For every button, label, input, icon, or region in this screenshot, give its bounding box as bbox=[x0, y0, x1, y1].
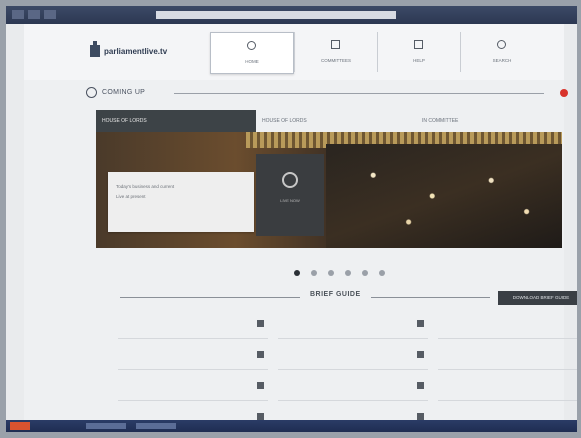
guide-column bbox=[278, 310, 428, 432]
browser-tab[interactable] bbox=[28, 10, 40, 19]
guide-item[interactable] bbox=[118, 341, 268, 370]
tab-in-committee[interactable]: IN COMMITTEE bbox=[416, 110, 568, 132]
site-header: parliamentlive.tv HOME COMMITTEES HELP S… bbox=[24, 24, 564, 80]
carousel-dot[interactable] bbox=[328, 270, 334, 276]
live-player-tile[interactable]: LIVE NOW bbox=[256, 154, 324, 236]
tab-house-of-lords-2[interactable]: HOUSE OF LORDS bbox=[256, 110, 412, 132]
monitor-screen: parliamentlive.tv HOME COMMITTEES HELP S… bbox=[6, 6, 577, 432]
nav-label: HOME bbox=[245, 59, 259, 64]
download-icon[interactable] bbox=[257, 320, 264, 327]
play-icon bbox=[282, 172, 298, 188]
carousel-dot[interactable] bbox=[311, 270, 317, 276]
guide-item[interactable] bbox=[118, 372, 268, 401]
download-icon[interactable] bbox=[417, 382, 424, 389]
guide-item[interactable] bbox=[438, 310, 577, 339]
browser-tab[interactable] bbox=[12, 10, 24, 19]
hero-card-subtitle: Live at present bbox=[116, 194, 146, 199]
web-page: parliamentlive.tv HOME COMMITTEES HELP S… bbox=[24, 24, 577, 432]
start-button[interactable] bbox=[10, 422, 30, 430]
coming-up-heading: COMING UP bbox=[86, 87, 145, 98]
notification-dot[interactable] bbox=[560, 89, 568, 97]
nav-label: COMMITTEES bbox=[321, 58, 351, 63]
clock-icon bbox=[86, 87, 97, 98]
home-icon bbox=[247, 41, 256, 50]
guide-item[interactable] bbox=[278, 372, 428, 401]
nav-label: SEARCH bbox=[492, 58, 512, 63]
taskbar-item[interactable] bbox=[136, 423, 176, 429]
nav-label: HELP bbox=[413, 58, 425, 63]
browser-toolbar bbox=[6, 6, 577, 24]
committees-icon bbox=[331, 40, 340, 49]
help-icon bbox=[414, 40, 423, 49]
play-label: LIVE NOW bbox=[280, 198, 300, 203]
address-bar[interactable] bbox=[156, 11, 396, 19]
os-taskbar bbox=[6, 420, 577, 432]
brief-guide-title: BRIEF GUIDE bbox=[300, 291, 371, 298]
search-icon bbox=[497, 40, 506, 49]
guide-item[interactable] bbox=[438, 372, 577, 401]
coming-up-title: COMING UP bbox=[102, 89, 146, 96]
browser-tab[interactable] bbox=[44, 10, 56, 19]
guide-item[interactable] bbox=[438, 341, 577, 370]
portcullis-icon bbox=[90, 41, 100, 57]
guide-item[interactable] bbox=[118, 310, 268, 339]
hero-banner[interactable]: LIVE NOW Today's business and current Li… bbox=[96, 132, 562, 248]
main-nav: HOME COMMITTEES HELP SEARCH bbox=[210, 32, 543, 74]
guide-item[interactable] bbox=[278, 341, 428, 370]
nav-home[interactable]: HOME bbox=[210, 32, 294, 74]
download-icon[interactable] bbox=[257, 413, 264, 420]
divider bbox=[174, 93, 544, 94]
brief-guide-grid bbox=[118, 310, 577, 432]
download-icon[interactable] bbox=[417, 320, 424, 327]
carousel-dot[interactable] bbox=[345, 270, 351, 276]
carousel-dots bbox=[294, 270, 385, 276]
download-icon[interactable] bbox=[417, 413, 424, 420]
download-icon[interactable] bbox=[417, 351, 424, 358]
download-icon[interactable] bbox=[257, 382, 264, 389]
download-brief-guide-button[interactable]: DOWNLOAD BRIEF GUIDE bbox=[498, 291, 577, 305]
carousel-dot[interactable] bbox=[294, 270, 300, 276]
carousel-dot[interactable] bbox=[362, 270, 368, 276]
browser-tabs bbox=[12, 10, 56, 19]
guide-column bbox=[438, 310, 577, 432]
nav-help[interactable]: HELP bbox=[377, 32, 460, 72]
taskbar-item[interactable] bbox=[86, 423, 126, 429]
logo-text: parliamentlive.tv bbox=[104, 46, 168, 56]
chamber-image bbox=[326, 144, 562, 248]
carousel-dot[interactable] bbox=[379, 270, 385, 276]
nav-search[interactable]: SEARCH bbox=[460, 32, 543, 72]
guide-item[interactable] bbox=[278, 310, 428, 339]
site-logo[interactable]: parliamentlive.tv bbox=[90, 41, 168, 57]
schedule-tabs: HOUSE OF LORDS HOUSE OF LORDS IN COMMITT… bbox=[96, 110, 562, 132]
hero-card-title: Today's business and current bbox=[116, 184, 175, 189]
tab-house-of-lords[interactable]: HOUSE OF LORDS bbox=[96, 110, 256, 132]
guide-column bbox=[118, 310, 268, 432]
download-icon[interactable] bbox=[257, 351, 264, 358]
nav-committees[interactable]: COMMITTEES bbox=[294, 32, 377, 72]
hero-card[interactable]: Today's business and current Live at pre… bbox=[108, 172, 254, 232]
